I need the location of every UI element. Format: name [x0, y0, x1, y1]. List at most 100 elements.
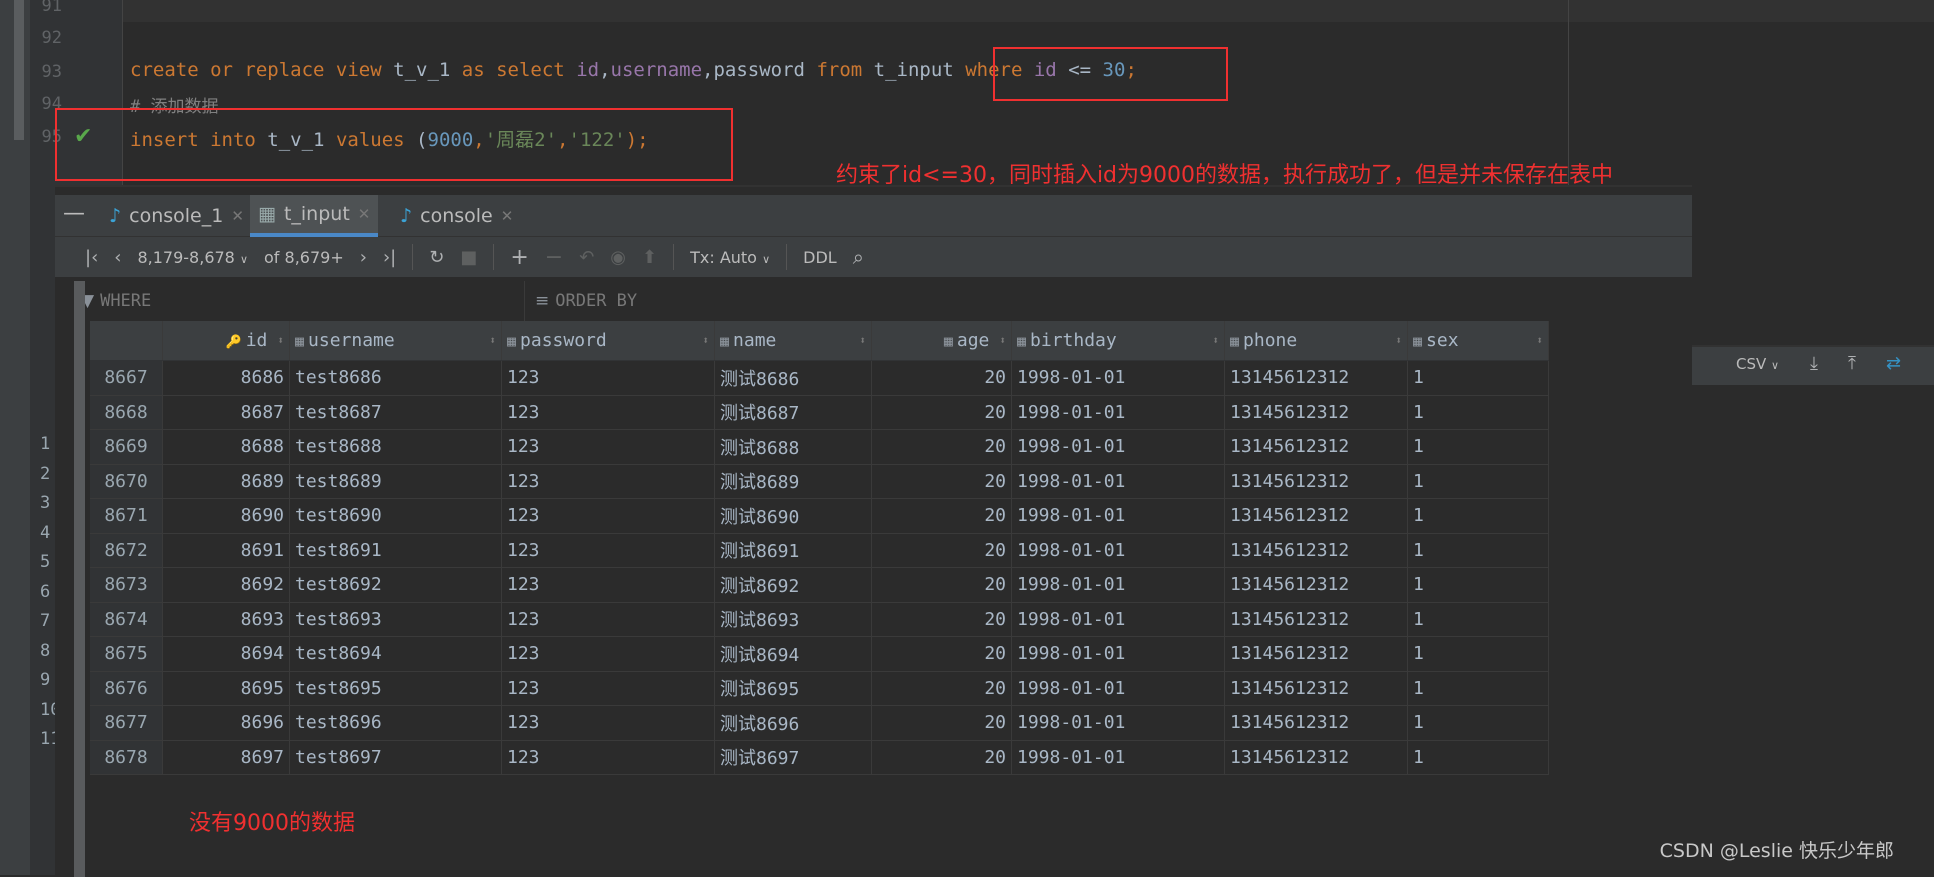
cell-phone[interactable]: 13145612312 — [1225, 430, 1408, 464]
cell-username[interactable]: test8697 — [290, 740, 502, 774]
cell-name[interactable]: 测试8690 — [715, 499, 872, 533]
cell-sex[interactable]: 1 — [1408, 499, 1549, 533]
column-header-id[interactable]: 🔑 id ⬍ — [163, 321, 290, 360]
cell-phone[interactable]: 13145612312 — [1225, 602, 1408, 636]
upload-icon[interactable]: ⤒ — [1848, 353, 1856, 374]
first-page-icon[interactable]: |‹ — [85, 247, 98, 268]
sort-icon[interactable]: ⬍ — [1212, 334, 1219, 347]
table-row[interactable]: 8671 8690 test8690 123 测试8690 20 1998-01-01 131… — [90, 499, 1549, 534]
tab-console[interactable]: ♪ console ✕ — [392, 195, 521, 237]
cell-username[interactable]: test8691 — [290, 533, 502, 567]
stop-icon[interactable]: ■ — [460, 247, 477, 268]
cell-birthday[interactable]: 1998-01-01 — [1012, 568, 1225, 602]
download-icon[interactable]: ⤓ — [1810, 353, 1818, 374]
cell-username[interactable]: test8692 — [290, 568, 502, 602]
cell-birthday[interactable]: 1998-01-01 — [1012, 602, 1225, 636]
close-icon[interactable]: ✕ — [501, 207, 514, 225]
cell-password[interactable]: 123 — [502, 637, 715, 671]
column-header-sex[interactable]: ▦ sex ⬍ — [1408, 321, 1549, 360]
cell-age[interactable]: 20 — [872, 533, 1012, 567]
revert-icon[interactable]: ↶ — [579, 247, 594, 268]
cell-sex[interactable]: 1 — [1408, 637, 1549, 671]
cell-birthday[interactable]: 1998-01-01 — [1012, 706, 1225, 740]
cell-phone[interactable]: 13145612312 — [1225, 740, 1408, 774]
cell-phone[interactable]: 13145612312 — [1225, 361, 1408, 395]
cell-password[interactable]: 123 — [502, 464, 715, 498]
preview-icon[interactable]: ◉ — [610, 247, 626, 268]
submit-icon[interactable]: ⬆ — [642, 247, 657, 268]
cell-sex[interactable]: 1 — [1408, 395, 1549, 429]
cell-sex[interactable]: 1 — [1408, 430, 1549, 464]
cell-password[interactable]: 123 — [502, 706, 715, 740]
cell-id[interactable]: 8686 — [163, 361, 290, 395]
table-row[interactable]: 8673 8692 test8692 123 测试8692 20 1998-01-01 131… — [90, 568, 1549, 603]
column-header-username[interactable]: ▦ username ⬍ — [290, 321, 502, 360]
close-icon[interactable]: ✕ — [358, 205, 371, 223]
cell-age[interactable]: 20 — [872, 602, 1012, 636]
column-header-name[interactable]: ▦ name ⬍ — [715, 321, 872, 360]
cell-age[interactable]: 20 — [872, 637, 1012, 671]
cell-name[interactable]: 测试8694 — [715, 637, 872, 671]
cell-phone[interactable]: 13145612312 — [1225, 706, 1408, 740]
cell-username[interactable]: test8694 — [290, 637, 502, 671]
table-row[interactable]: 8668 8687 test8687 123 测试8687 20 1998-01-01 131… — [90, 395, 1549, 430]
cell-password[interactable]: 123 — [502, 533, 715, 567]
cell-username[interactable]: test8696 — [290, 706, 502, 740]
search-icon[interactable]: ⌕ — [853, 245, 864, 269]
table-row[interactable]: 8670 8689 test8689 123 测试8689 20 1998-01-01 131… — [90, 464, 1549, 499]
tx-mode-dropdown[interactable]: Tx: Auto ∨ — [690, 248, 770, 267]
cell-username[interactable]: test8695 — [290, 671, 502, 705]
table-row[interactable]: 8667 8686 test8686 123 测试8686 20 1998-01-01 131… — [90, 361, 1549, 396]
cell-birthday[interactable]: 1998-01-01 — [1012, 430, 1225, 464]
cell-birthday[interactable]: 1998-01-01 — [1012, 464, 1225, 498]
cell-password[interactable]: 123 — [502, 602, 715, 636]
column-header-password[interactable]: ▦ password ⬍ — [502, 321, 715, 360]
column-header-age[interactable]: ▦ age ⬍ — [872, 321, 1012, 360]
compare-icon[interactable]: ⇄ — [1886, 353, 1901, 374]
column-header-phone[interactable]: ▦ phone ⬍ — [1225, 321, 1408, 360]
cell-username[interactable]: test8693 — [290, 602, 502, 636]
cell-age[interactable]: 20 — [872, 499, 1012, 533]
cell-id[interactable]: 8695 — [163, 671, 290, 705]
cell-username[interactable]: test8686 — [290, 361, 502, 395]
cell-name[interactable]: 测试8689 — [715, 464, 872, 498]
cell-phone[interactable]: 13145612312 — [1225, 464, 1408, 498]
cell-id[interactable]: 8688 — [163, 430, 290, 464]
cell-name[interactable]: 测试8687 — [715, 395, 872, 429]
column-header-birthday[interactable]: ▦ birthday ⬍ — [1012, 321, 1225, 360]
prev-page-icon[interactable]: ‹ — [114, 247, 121, 268]
cell-password[interactable]: 123 — [502, 361, 715, 395]
delete-row-icon[interactable]: − — [545, 245, 563, 270]
sort-icon[interactable]: ⬍ — [1395, 334, 1402, 347]
cell-birthday[interactable]: 1998-01-01 — [1012, 499, 1225, 533]
cell-password[interactable]: 123 — [502, 430, 715, 464]
last-page-icon[interactable]: ›| — [383, 247, 396, 268]
cell-id[interactable]: 8690 — [163, 499, 290, 533]
cell-id[interactable]: 8692 — [163, 568, 290, 602]
cell-name[interactable]: 测试8695 — [715, 671, 872, 705]
cell-birthday[interactable]: 1998-01-01 — [1012, 361, 1225, 395]
cell-sex[interactable]: 1 — [1408, 464, 1549, 498]
cell-name[interactable]: 测试8693 — [715, 602, 872, 636]
cell-password[interactable]: 123 — [502, 395, 715, 429]
sort-icon[interactable]: ⬍ — [702, 334, 709, 347]
cell-username[interactable]: test8687 — [290, 395, 502, 429]
cell-age[interactable]: 20 — [872, 361, 1012, 395]
cell-birthday[interactable]: 1998-01-01 — [1012, 671, 1225, 705]
cell-id[interactable]: 8696 — [163, 706, 290, 740]
cell-birthday[interactable]: 1998-01-01 — [1012, 533, 1225, 567]
cell-id[interactable]: 8694 — [163, 637, 290, 671]
cell-phone[interactable]: 13145612312 — [1225, 671, 1408, 705]
sort-icon[interactable]: ⬍ — [859, 334, 866, 347]
cell-phone[interactable]: 13145612312 — [1225, 568, 1408, 602]
results-scrollbar[interactable] — [74, 281, 85, 877]
code-line-93[interactable]: create or replace view t_v_1 as select i… — [130, 59, 1137, 81]
cell-name[interactable]: 测试8697 — [715, 740, 872, 774]
cell-age[interactable]: 20 — [872, 395, 1012, 429]
order-by-input[interactable]: ≡ ORDER BY — [525, 281, 637, 321]
cell-sex[interactable]: 1 — [1408, 706, 1549, 740]
sort-icon[interactable]: ⬍ — [1536, 334, 1543, 347]
cell-username[interactable]: test8688 — [290, 430, 502, 464]
table-row[interactable]: 8678 8697 test8697 123 测试8697 20 1998-01-01 131… — [90, 740, 1549, 775]
sort-icon[interactable]: ⬍ — [277, 334, 284, 347]
